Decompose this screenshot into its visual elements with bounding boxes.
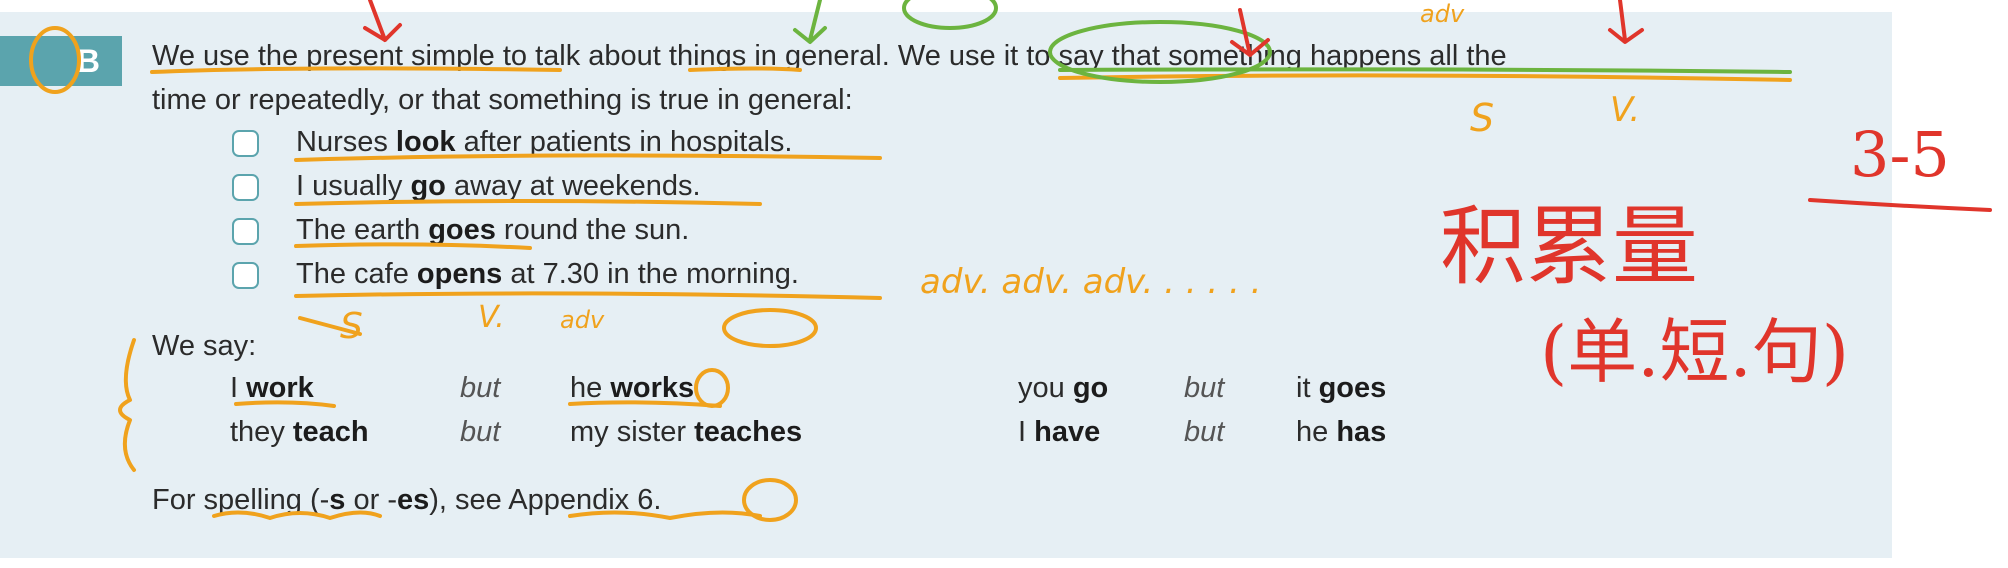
handwritten-adv-chain: adv. adv. adv. . . . . . — [920, 262, 1262, 302]
circle-stroke — [1048, 20, 1272, 84]
circle-stroke — [29, 26, 81, 94]
handwritten-adv: adv — [1420, 0, 1465, 28]
underline-stroke — [688, 66, 802, 72]
handwritten-subject-mark: S — [1470, 96, 1495, 140]
underline-stroke — [234, 400, 336, 408]
brace-stroke — [118, 338, 136, 472]
underline-stroke — [1058, 73, 1792, 82]
underline-stroke — [294, 242, 532, 250]
underline-stroke — [294, 199, 762, 206]
handwritten-chinese-note: (单.短.句) — [1540, 311, 1850, 393]
underline-stroke — [1808, 198, 1992, 212]
underline-stroke — [294, 153, 882, 162]
underline-stroke — [294, 291, 882, 300]
underline-stroke — [568, 400, 722, 408]
circle-stroke — [722, 308, 818, 348]
underline-stroke — [1058, 67, 1792, 74]
arrow-stroke — [1608, 0, 1644, 44]
handwritten-verb-mark: V. — [478, 300, 505, 335]
handwritten-verb-mark: V. — [1610, 90, 1641, 130]
circle-stroke — [694, 368, 730, 408]
handwritten-subject-mark: S — [340, 306, 363, 347]
handwritten-chinese-note: 积累量 — [1440, 197, 1698, 297]
underline-stroke — [150, 66, 562, 74]
circle-stroke — [902, 0, 998, 30]
arrow-stroke — [363, 0, 402, 42]
underline-stroke — [568, 510, 762, 520]
underline-stroke — [212, 510, 382, 520]
handwritten-range: 3-5 — [1850, 118, 1950, 191]
circle-stroke — [742, 478, 798, 522]
arrow-stroke — [793, 0, 827, 44]
handwritten-adv: adv — [560, 306, 605, 334]
